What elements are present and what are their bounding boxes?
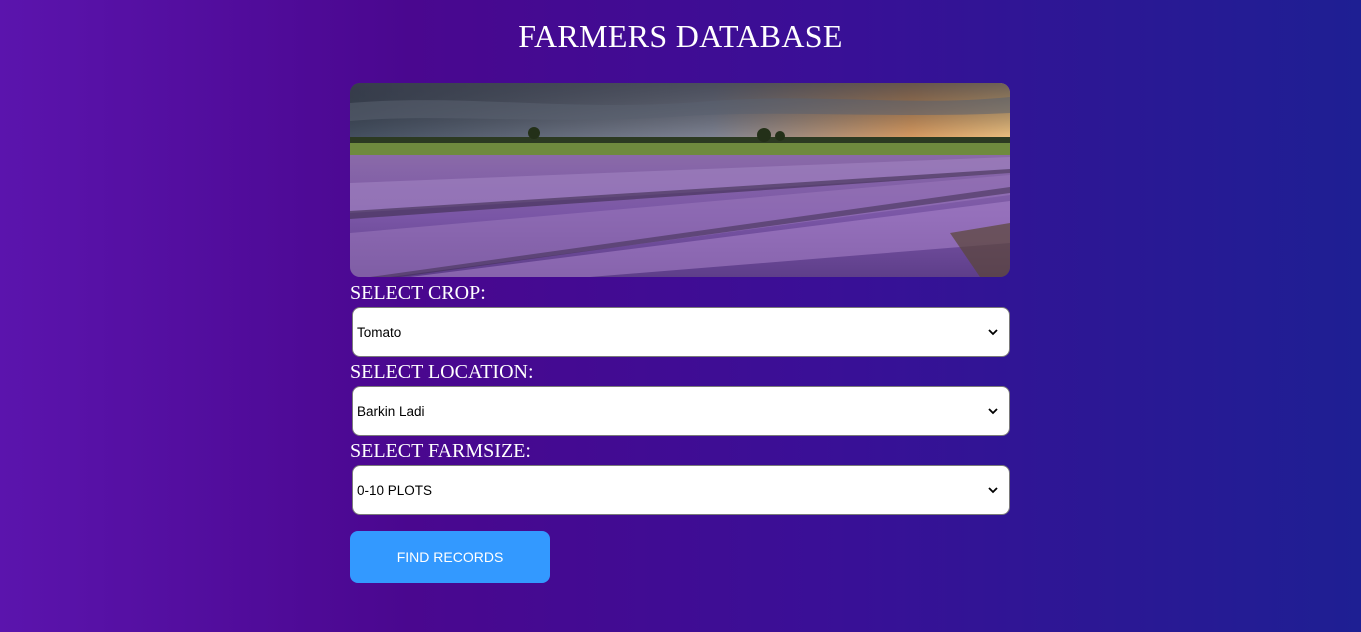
crop-select[interactable]: Tomato	[352, 307, 1010, 357]
location-label: SELECT LOCATION:	[350, 361, 534, 383]
chevron-down-icon	[987, 326, 999, 338]
crop-label: SELECT CROP:	[350, 282, 486, 304]
hero-image	[350, 83, 1010, 277]
chevron-down-icon	[987, 484, 999, 496]
farmsize-select[interactable]: 0-10 PLOTS	[352, 465, 1010, 515]
farmsize-label: SELECT FARMSIZE:	[350, 440, 531, 462]
location-select-value: Barkin Ladi	[357, 403, 425, 419]
find-records-button[interactable]: FIND RECORDS	[350, 531, 550, 583]
chevron-down-icon	[987, 405, 999, 417]
farmsize-select-value: 0-10 PLOTS	[357, 482, 433, 498]
page-title: FARMERS DATABASE	[518, 18, 843, 54]
location-select[interactable]: Barkin Ladi	[352, 386, 1010, 436]
crop-select-value: Tomato	[357, 324, 402, 340]
